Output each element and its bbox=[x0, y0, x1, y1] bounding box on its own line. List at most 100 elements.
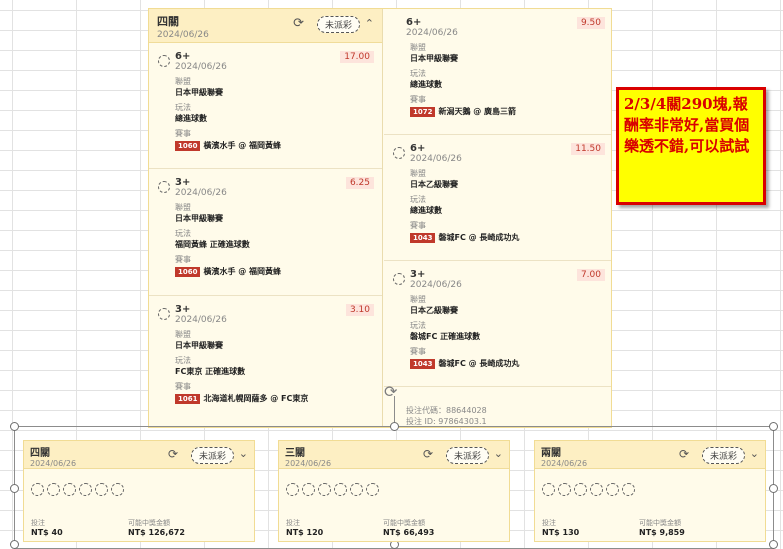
selection-circle-icon bbox=[334, 483, 347, 496]
selection-title: 3+ bbox=[175, 304, 191, 315]
selection-circles bbox=[286, 483, 379, 496]
play-label: 玩法 bbox=[175, 229, 191, 238]
odds-badge: 6.25 bbox=[345, 177, 374, 189]
play-label: 玩法 bbox=[410, 195, 426, 204]
match-name: 磐城FC @ 長崎成功丸 bbox=[438, 359, 520, 368]
odds-badge: 11.50 bbox=[571, 143, 605, 155]
selection-entry: 6+ 2024/06/26 9.50 聯盟 日本甲級聯賽 玩法 總進球數 賽事 … bbox=[384, 9, 611, 135]
match-code-tag: 1061 bbox=[175, 394, 201, 404]
match-line: 1072 新潟天鵝 @ 廣島三箭 bbox=[410, 106, 603, 117]
stake-label: 投注 bbox=[31, 519, 45, 527]
stake-value: NT$ 130 bbox=[542, 528, 580, 537]
match-name: 橫濱水手 @ 福岡黃蜂 bbox=[203, 141, 282, 150]
match-label: 賽事 bbox=[410, 221, 426, 230]
status-badge: 未派彩 bbox=[701, 447, 745, 464]
stake-label: 投注 bbox=[542, 519, 556, 527]
selection-circles bbox=[542, 483, 635, 496]
match-line: 1043 磐城FC @ 長崎成功丸 bbox=[410, 358, 603, 369]
chevron-down-icon[interactable]: ⌄ bbox=[750, 447, 759, 460]
selection-circle-icon bbox=[111, 483, 124, 496]
resize-handle-bottom-right[interactable] bbox=[769, 540, 778, 549]
chevron-down-icon[interactable]: ⌄ bbox=[239, 447, 248, 460]
status-badge: 未派彩 bbox=[445, 447, 489, 464]
selection-circle-icon bbox=[366, 483, 379, 496]
chevron-down-icon[interactable]: ⌄ bbox=[494, 447, 503, 460]
selection-circle-icon bbox=[574, 483, 587, 496]
refresh-icon[interactable]: ⟳ bbox=[293, 16, 304, 31]
selection-entry: 3+ 2024/06/26 6.25 聯盟 日本甲級聯賽 玩法 福岡黃蜂 正確進… bbox=[149, 169, 382, 296]
play-value: 總進球數 bbox=[175, 114, 207, 123]
refresh-icon[interactable]: ⟳ bbox=[423, 447, 433, 461]
slip-header: 四關 2024/06/26 ⟳ 未派彩 ⌃ bbox=[149, 9, 382, 43]
selection-circle-icon[interactable] bbox=[158, 308, 170, 320]
selection-circle-icon[interactable] bbox=[393, 147, 405, 159]
selection-date: 2024/06/26 bbox=[406, 28, 458, 38]
payout-value: NT$ 9,859 bbox=[639, 528, 685, 537]
selection-circle-icon bbox=[79, 483, 92, 496]
match-label: 賽事 bbox=[175, 255, 191, 264]
selection-date: 2024/06/26 bbox=[175, 188, 227, 198]
payout-value: NT$ 126,672 bbox=[128, 528, 185, 537]
play-value: 磐城FC 正確進球數 bbox=[410, 332, 481, 341]
refresh-icon[interactable]: ⟳ bbox=[168, 447, 178, 461]
stake-value: NT$ 40 bbox=[31, 528, 63, 537]
league-label: 聯盟 bbox=[175, 77, 191, 86]
odds-badge: 17.00 bbox=[340, 51, 374, 63]
match-name: 新潟天鵝 @ 廣島三箭 bbox=[438, 107, 517, 116]
odds-badge: 7.00 bbox=[576, 269, 605, 281]
selection-circle-icon[interactable] bbox=[393, 273, 405, 285]
right-column: 6+ 2024/06/26 9.50 聯盟 日本甲級聯賽 玩法 總進球數 賽事 … bbox=[384, 9, 611, 427]
play-label: 玩法 bbox=[410, 69, 426, 78]
rotate-handle-icon[interactable]: ⟳ bbox=[384, 382, 397, 401]
parlay-card: 四關 2024/06/26 ⟳ 未派彩 ⌄ 投注 NT$ 40 可能中獎金額 N… bbox=[23, 440, 255, 542]
selection-date: 2024/06/26 bbox=[410, 280, 462, 290]
league-value: 日本甲級聯賽 bbox=[175, 214, 223, 223]
match-line: 1061 北海道札幌岡薩多 @ FC東京 bbox=[175, 393, 372, 404]
chevron-up-icon[interactable]: ⌃ bbox=[365, 17, 374, 30]
play-value: 總進球數 bbox=[410, 206, 442, 215]
match-line: 1043 磐城FC @ 長崎成功丸 bbox=[410, 232, 603, 243]
league-value: 日本乙級聯賽 bbox=[410, 306, 458, 315]
selection-circle-icon bbox=[542, 483, 555, 496]
resize-handle-top-left[interactable] bbox=[10, 422, 19, 431]
odds-badge: 9.50 bbox=[576, 17, 605, 29]
selection-circle-icon bbox=[302, 483, 315, 496]
selection-circle-icon bbox=[63, 483, 76, 496]
selection-circle-icon[interactable] bbox=[158, 181, 170, 193]
resize-handle-right[interactable] bbox=[769, 484, 778, 493]
selection-title: 3+ bbox=[175, 177, 191, 188]
match-name: 橫濱水手 @ 福岡黃蜂 bbox=[203, 267, 282, 276]
card-header: 四關 2024/06/26 ⟳ 未派彩 ⌄ bbox=[24, 441, 254, 469]
stake-value: NT$ 120 bbox=[286, 528, 324, 537]
selection-date: 2024/06/26 bbox=[175, 315, 227, 325]
play-label: 玩法 bbox=[175, 356, 191, 365]
payout-label: 可能中獎金額 bbox=[383, 519, 425, 527]
league-label: 聯盟 bbox=[175, 203, 191, 212]
resize-handle-left[interactable] bbox=[10, 484, 19, 493]
odds-badge: 3.10 bbox=[345, 304, 374, 316]
refresh-icon[interactable]: ⟳ bbox=[679, 447, 689, 461]
stake-label: 投注 bbox=[286, 519, 300, 527]
resize-handle-bottom-left[interactable] bbox=[10, 540, 19, 549]
league-value: 日本甲級聯賽 bbox=[410, 54, 458, 63]
selection-date: 2024/06/26 bbox=[175, 62, 227, 72]
selection-date: 2024/06/26 bbox=[410, 154, 462, 164]
league-label: 聯盟 bbox=[175, 330, 191, 339]
selection-circle-icon[interactable] bbox=[158, 55, 170, 67]
match-name: 磐城FC @ 長崎成功丸 bbox=[438, 233, 520, 242]
selection-circle-icon bbox=[47, 483, 60, 496]
annotation-callout[interactable]: 2/3/4關290塊,報酬率非常好,當買個樂透不錯,可以試試 bbox=[616, 87, 766, 205]
match-line: 1060 橫濱水手 @ 福岡黃蜂 bbox=[175, 140, 372, 151]
resize-handle-top-right[interactable] bbox=[769, 422, 778, 431]
match-code-tag: 1060 bbox=[175, 141, 201, 151]
status-badge: 未派彩 bbox=[190, 447, 234, 464]
match-code-tag: 1072 bbox=[410, 107, 436, 117]
play-label: 玩法 bbox=[175, 103, 191, 112]
league-value: 日本乙級聯賽 bbox=[410, 180, 458, 189]
selection-circle-icon bbox=[590, 483, 603, 496]
match-name: 北海道札幌岡薩多 @ FC東京 bbox=[203, 394, 309, 403]
selection-entry: 6+ 2024/06/26 11.50 聯盟 日本乙級聯賽 玩法 總進球數 賽事… bbox=[384, 135, 611, 261]
selection-circle-icon bbox=[622, 483, 635, 496]
league-label: 聯盟 bbox=[410, 43, 426, 52]
resize-handle-top[interactable] bbox=[390, 422, 399, 431]
